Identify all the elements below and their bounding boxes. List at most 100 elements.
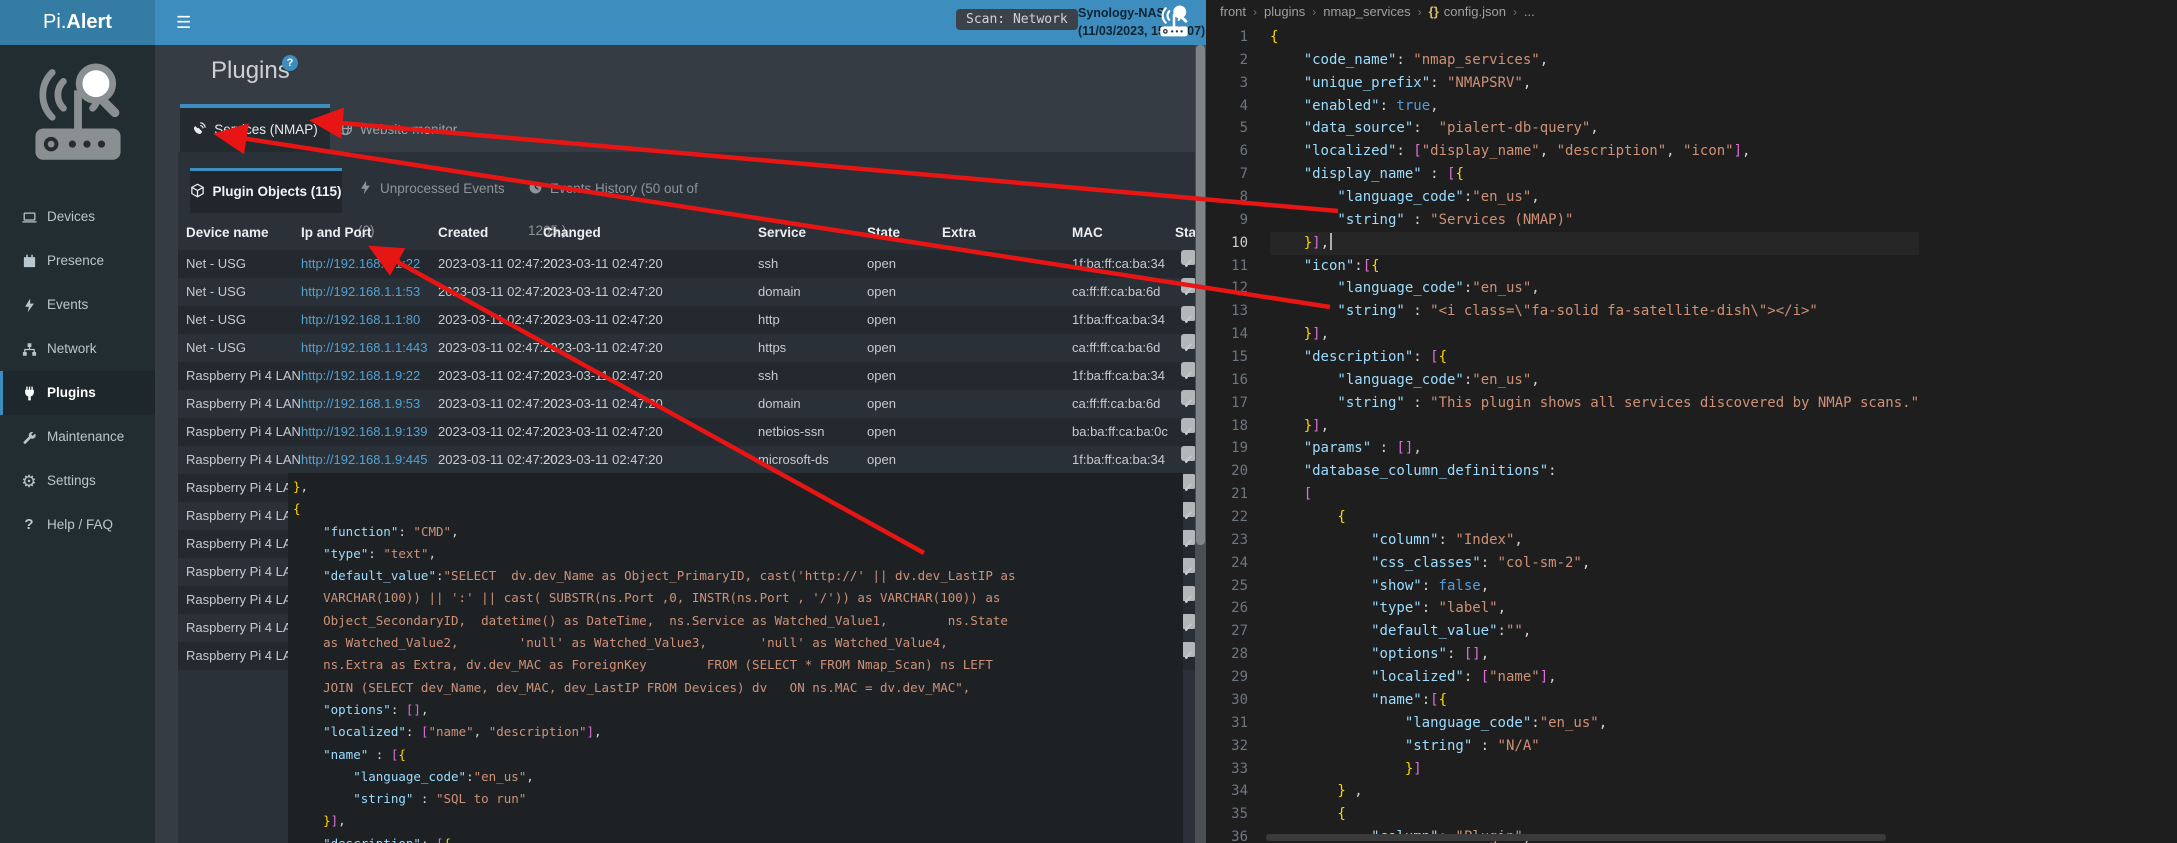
- line-number: 35: [1206, 803, 1258, 826]
- app-scrollbar[interactable]: [1195, 45, 1206, 843]
- cell-service: netbios-ssn: [758, 418, 824, 446]
- line-number: 30: [1206, 689, 1258, 712]
- editor-code-area[interactable]: {"code_name": "nmap_services","unique_pr…: [1270, 26, 1919, 843]
- breadcrumb-item[interactable]: {}config.json: [1429, 4, 1506, 19]
- cell-ip[interactable]: http://192.168.1.9:22: [301, 362, 420, 390]
- help-badge[interactable]: ?: [282, 55, 298, 71]
- column-header-state[interactable]: State: [867, 215, 900, 250]
- page-title: Plugins: [180, 57, 290, 85]
- sidebar-item-presence[interactable]: Presence: [0, 239, 155, 283]
- cell-changed: 2023-03-11 02:47:20: [543, 306, 663, 334]
- cell-ip[interactable]: http://192.168.1.1:22: [301, 250, 420, 278]
- json-braces-icon: {}: [1429, 4, 1439, 19]
- editor-code-line: }],: [1270, 415, 1919, 438]
- status-checkbox[interactable]: ✓: [1181, 362, 1196, 377]
- tab-services-nmap[interactable]: Services (NMAP): [180, 104, 330, 152]
- column-header-changed[interactable]: Changed: [543, 215, 601, 250]
- editor-code-line: "language_code":"en_us",: [1270, 712, 1919, 735]
- status-checkbox[interactable]: ✓: [1181, 334, 1196, 349]
- status-checkbox[interactable]: ✓: [1181, 586, 1196, 601]
- cell-device: Raspberry Pi 4 LAN: [186, 474, 301, 502]
- breadcrumb-item[interactable]: nmap_services: [1323, 4, 1410, 19]
- status-checkbox[interactable]: ✓: [1181, 250, 1196, 265]
- cell-ip[interactable]: http://192.168.1.1:53: [301, 278, 420, 306]
- router-scan-icon: [1156, 4, 1192, 40]
- line-number: 27: [1206, 620, 1258, 643]
- sidebar-item-events[interactable]: Events: [0, 283, 155, 327]
- editor-code-line: "type": "label",: [1270, 597, 1919, 620]
- globe-icon: [338, 110, 353, 125]
- tab-events-history[interactable]: Events History (50 out of 1265 ): [528, 168, 728, 213]
- status-checkbox[interactable]: ✓: [1181, 418, 1196, 433]
- cell-state: open: [867, 390, 896, 418]
- editor-code-line: "enabled": true,: [1270, 95, 1919, 118]
- scrollbar-thumb[interactable]: [1196, 45, 1205, 545]
- column-header-mac[interactable]: MAC: [1072, 215, 1103, 250]
- line-number: 29: [1206, 666, 1258, 689]
- cell-ip[interactable]: http://192.168.1.9:445: [301, 446, 428, 474]
- tab-plugin-objects[interactable]: Plugin Objects (115): [190, 168, 342, 213]
- sidebar-item-settings[interactable]: ⚙Settings: [0, 459, 155, 503]
- status-checkbox[interactable]: ✓: [1181, 530, 1196, 545]
- laptop-icon: [20, 195, 38, 239]
- status-checkbox[interactable]: ✓: [1181, 306, 1196, 321]
- clock-icon: [528, 170, 543, 185]
- column-header-device-name[interactable]: Device name: [186, 215, 269, 250]
- cell-created: 2023-03-11 02:47:20: [438, 446, 558, 474]
- breadcrumb-item[interactable]: front: [1220, 4, 1246, 19]
- tab-website-monitor[interactable]: Website monitor: [338, 108, 488, 156]
- status-checkbox[interactable]: ✓: [1181, 558, 1196, 573]
- cell-state: open: [867, 306, 896, 334]
- cell-ip[interactable]: http://192.168.1.1:443: [301, 334, 428, 362]
- cell-device: Net - USG: [186, 278, 246, 306]
- editor-code-line: {: [1270, 26, 1919, 49]
- cell-service: http: [758, 306, 780, 334]
- cell-changed: 2023-03-11 02:47:20: [543, 418, 663, 446]
- editor-code-line: "options": [],: [1270, 643, 1919, 666]
- sidebar-item-help-faq[interactable]: ?Help / FAQ: [0, 503, 155, 547]
- column-header-created[interactable]: Created: [438, 215, 488, 250]
- cell-ip[interactable]: http://192.168.1.1:80: [301, 306, 420, 334]
- line-number: 13: [1206, 300, 1258, 323]
- status-checkbox[interactable]: ✓: [1181, 390, 1196, 405]
- breadcrumb: front›plugins›nmap_services›{}config.jso…: [1206, 0, 2177, 24]
- editor-horizontal-scrollbar[interactable]: [1266, 834, 1886, 841]
- breadcrumb-separator: ›: [1506, 5, 1524, 19]
- sidebar-item-maintenance[interactable]: Maintenance: [0, 415, 155, 459]
- column-header-service[interactable]: Service: [758, 215, 806, 250]
- column-header-ip-and-port[interactable]: Ip and Port: [301, 215, 372, 250]
- brand-logo[interactable]: Pi.Alert: [0, 0, 155, 45]
- status-checkbox[interactable]: ✓: [1181, 642, 1196, 657]
- sidebar-item-network[interactable]: Network: [0, 327, 155, 371]
- line-number: 22: [1206, 506, 1258, 529]
- satellite-dish-icon: [192, 110, 207, 125]
- status-checkbox[interactable]: ✓: [1181, 278, 1196, 293]
- plug-icon: [20, 371, 38, 415]
- sidebar-item-label: Maintenance: [47, 415, 124, 459]
- breadcrumb-item[interactable]: ...: [1524, 4, 1535, 19]
- cell-state: open: [867, 418, 896, 446]
- line-number: 1: [1206, 26, 1258, 49]
- status-checkbox[interactable]: ✓: [1181, 614, 1196, 629]
- column-header-extra[interactable]: Extra: [942, 215, 976, 250]
- line-number: 24: [1206, 552, 1258, 575]
- cell-changed: 2023-03-11 02:47:20: [543, 390, 663, 418]
- cell-device: Raspberry Pi 4 LAN: [186, 530, 301, 558]
- sidebar-item-devices[interactable]: Devices: [0, 195, 155, 239]
- cell-ip[interactable]: http://192.168.1.9:139: [301, 418, 428, 446]
- cell-changed: 2023-03-11 02:47:20: [543, 362, 663, 390]
- line-number: 6: [1206, 140, 1258, 163]
- line-number: 5: [1206, 117, 1258, 140]
- cell-ip[interactable]: http://192.168.1.9:53: [301, 390, 420, 418]
- status-checkbox[interactable]: ✓: [1181, 446, 1196, 461]
- tab-unprocessed-events[interactable]: Unprocessed Events (0): [358, 168, 508, 213]
- status-checkbox[interactable]: ✓: [1181, 502, 1196, 517]
- breadcrumb-item[interactable]: plugins: [1264, 4, 1305, 19]
- pialert-app-window: Pi.Alert ☰ Scan: Network Synology-NAS (1…: [0, 0, 1206, 843]
- overlay-code-line: },: [293, 476, 1183, 498]
- sidebar-item-plugins[interactable]: Plugins: [0, 371, 155, 415]
- cell-service: https: [758, 334, 786, 362]
- hamburger-menu-icon[interactable]: ☰: [168, 0, 199, 45]
- status-checkbox[interactable]: ✓: [1181, 474, 1196, 489]
- sitemap-icon: [20, 327, 38, 371]
